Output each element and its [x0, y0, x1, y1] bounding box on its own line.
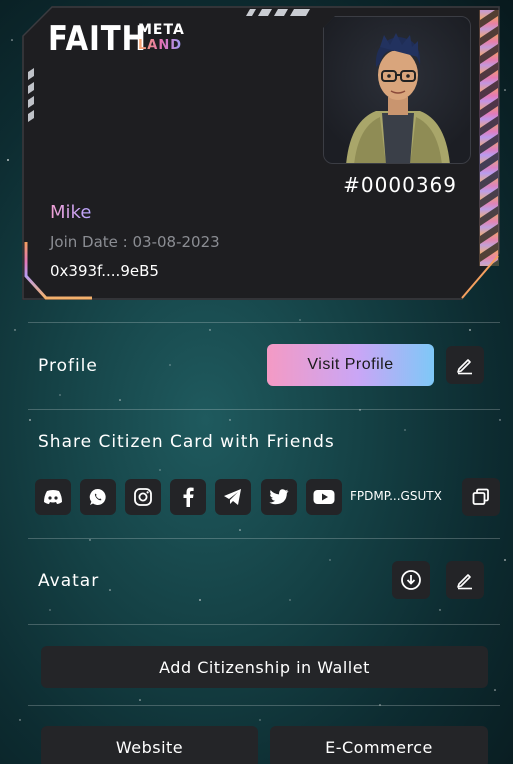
logo-faith-text: FAITH	[48, 19, 147, 59]
citizen-id: #0000369	[343, 173, 457, 197]
instagram-icon	[134, 488, 152, 506]
share-whatsapp-button[interactable]	[80, 479, 116, 515]
download-avatar-button[interactable]	[392, 561, 430, 599]
twitter-icon	[269, 488, 289, 504]
pencil-icon	[457, 574, 472, 590]
youtube-icon	[313, 490, 335, 504]
faith-metaland-logo: FAITH META LAND	[48, 19, 184, 59]
wallet-address: 0x393f....9eB5	[50, 262, 159, 280]
divider	[28, 322, 500, 323]
share-instagram-button[interactable]	[125, 479, 161, 515]
website-button[interactable]: Website	[41, 726, 258, 764]
avatar-image	[323, 16, 471, 164]
ecommerce-button[interactable]: E-Commerce	[270, 726, 488, 764]
discord-icon	[44, 490, 62, 504]
share-discord-button[interactable]	[35, 479, 71, 515]
edit-profile-button[interactable]	[446, 346, 484, 384]
divider	[28, 624, 500, 625]
visit-profile-button[interactable]: Visit Profile	[267, 344, 434, 386]
telegram-icon	[224, 489, 241, 505]
join-date: Join Date : 03-08-2023	[50, 233, 220, 251]
facebook-icon	[183, 487, 194, 507]
user-name: Mike	[50, 202, 92, 223]
download-circle-icon	[401, 570, 421, 590]
copy-referral-button[interactable]	[462, 478, 500, 516]
profile-label: Profile	[38, 356, 98, 376]
copy-icon	[472, 488, 489, 505]
logo-land-text: LAND	[138, 38, 185, 54]
avatar-label: Avatar	[38, 571, 100, 591]
share-youtube-button[interactable]	[306, 479, 342, 515]
add-citizenship-wallet-button[interactable]: Add Citizenship in Wallet	[41, 646, 488, 688]
divider	[28, 409, 500, 410]
divider	[28, 705, 500, 706]
logo-meta-text: META	[138, 22, 185, 38]
referral-code: FPDMP...GSUTX	[350, 489, 442, 503]
share-label: Share Citizen Card with Friends	[38, 432, 335, 452]
whatsapp-icon	[89, 488, 106, 505]
share-telegram-button[interactable]	[215, 479, 251, 515]
pencil-icon	[457, 359, 472, 375]
share-facebook-button[interactable]	[170, 479, 206, 515]
share-twitter-button[interactable]	[261, 479, 297, 515]
divider	[28, 538, 500, 539]
edit-avatar-button[interactable]	[446, 561, 484, 599]
